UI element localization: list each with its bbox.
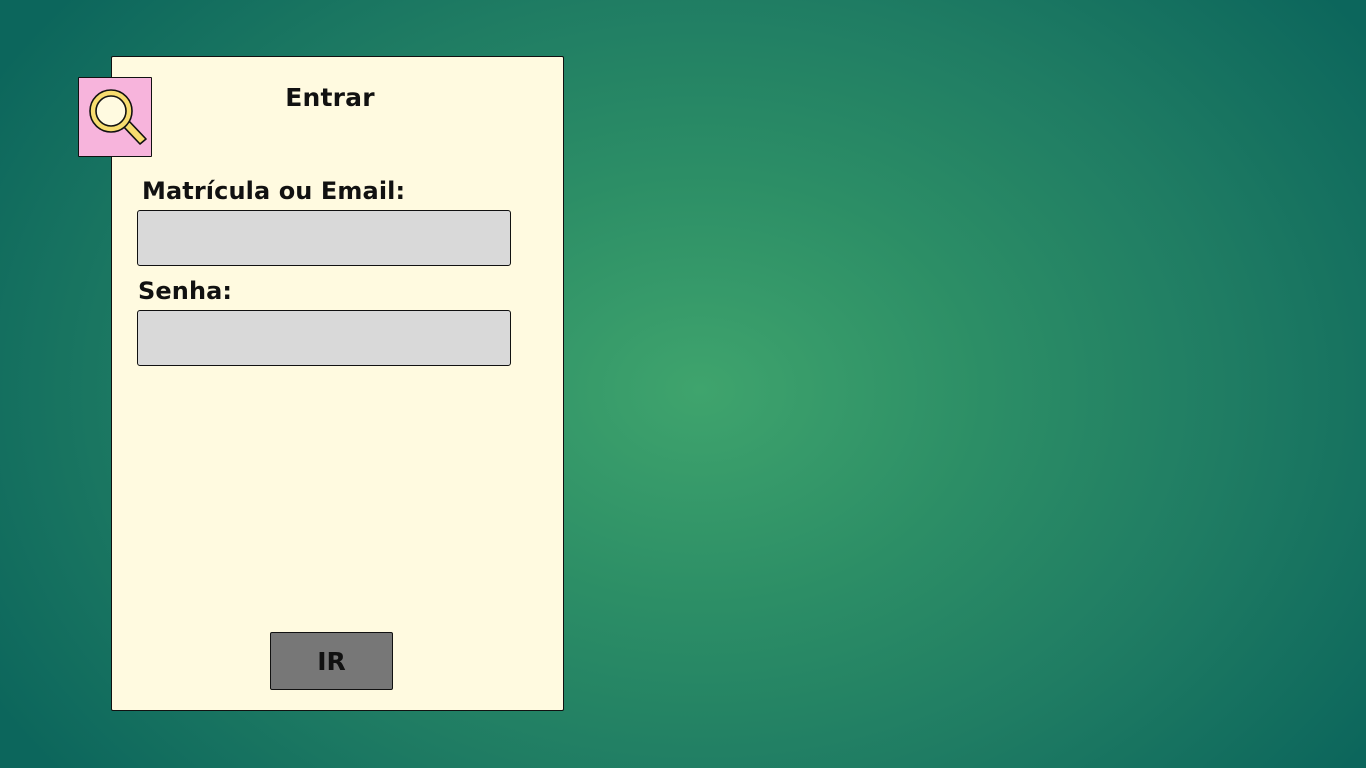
- magnifier-icon: [89, 89, 147, 145]
- password-label: Senha:: [138, 277, 233, 305]
- login-label: Matrícula ou Email:: [142, 177, 406, 205]
- login-card: [111, 56, 564, 711]
- submit-button[interactable]: IR: [270, 632, 393, 690]
- logo-badge: [78, 77, 152, 157]
- form-title: Entrar: [285, 83, 375, 112]
- login-input[interactable]: [137, 210, 511, 266]
- password-input[interactable]: [137, 310, 511, 366]
